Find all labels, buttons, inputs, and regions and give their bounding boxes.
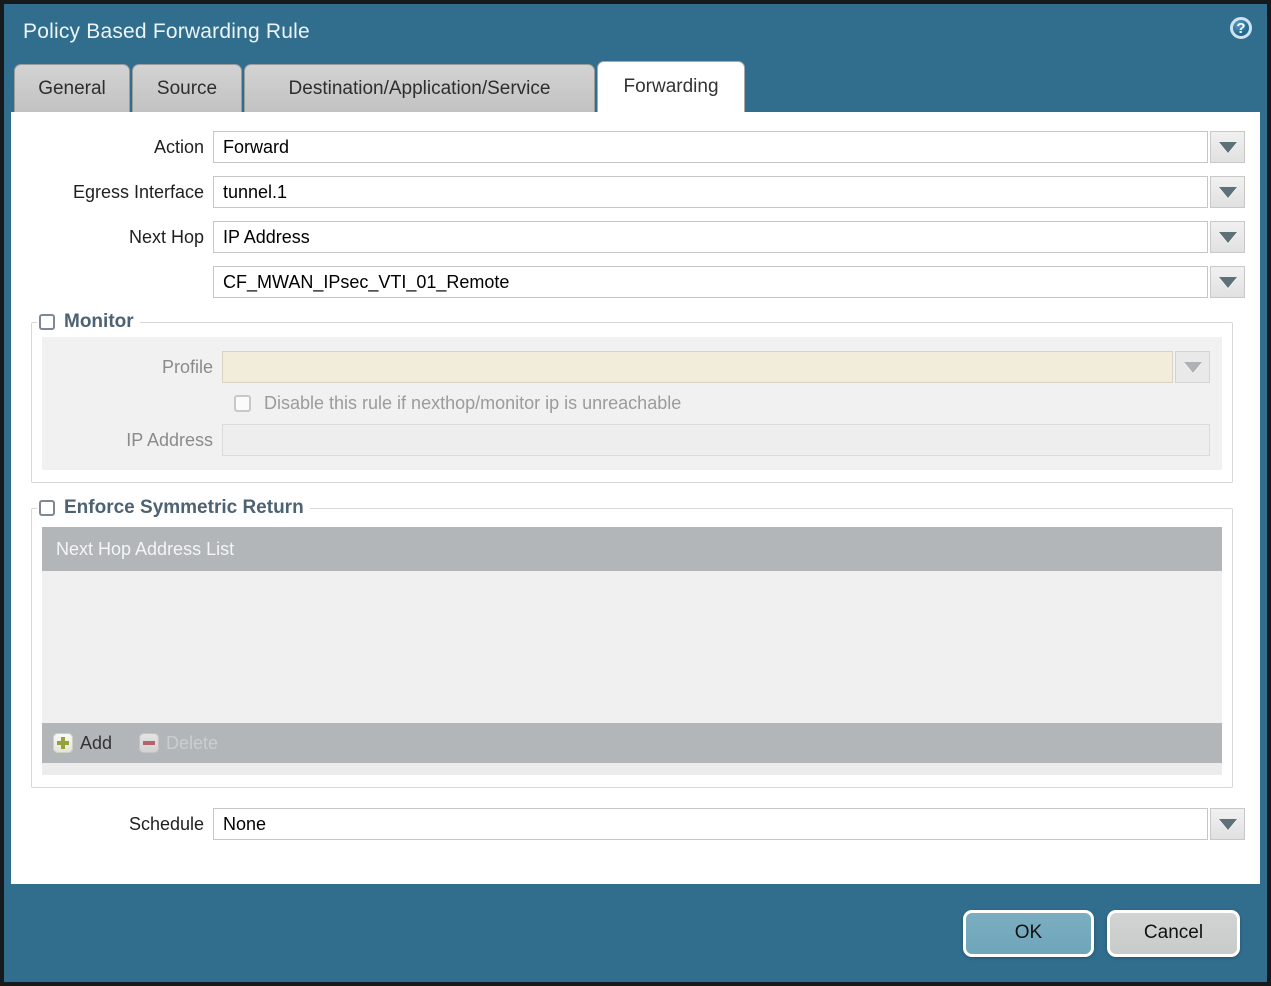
disable-rule-label: Disable this rule if nexthop/monitor ip … (264, 393, 682, 413)
profile-value (222, 351, 1173, 383)
chevron-down-icon (1218, 141, 1237, 153)
action-dropdown-button[interactable] (1210, 131, 1245, 163)
monitor-checkbox[interactable] (39, 314, 55, 330)
add-button-label: Add (80, 732, 113, 753)
minus-icon (139, 733, 160, 753)
next-hop-type-value[interactable]: IP Address (213, 221, 1208, 253)
profile-row: Profile (42, 351, 1210, 383)
egress-interface-dropdown-button[interactable] (1210, 176, 1245, 208)
table-scroll-strip (42, 763, 1222, 775)
policy-based-forwarding-rule-dialog: Policy Based Forwarding Rule ? General S… (0, 0, 1271, 986)
profile-dropdown-button (1175, 351, 1210, 383)
action-select[interactable]: Forward (213, 131, 1245, 163)
schedule-value[interactable]: None (213, 808, 1208, 840)
tab-destination-application-service[interactable]: Destination/Application/Service (244, 64, 595, 112)
next-hop-address-row: CF_MWAN_IPsec_VTI_01_Remote (11, 266, 1245, 298)
next-hop-address-list-table: Next Hop Address List Add Delete (42, 527, 1222, 775)
add-button[interactable]: Add (53, 733, 112, 754)
schedule-row: Schedule None (11, 808, 1245, 840)
monitor-panel: Profile Disable this rule if nexthop/mon… (42, 337, 1222, 470)
monitor-ip-address-input (222, 424, 1210, 456)
monitor-ip-address-row: IP Address (42, 424, 1210, 456)
next-hop-address-list-toolbar: Add Delete (42, 723, 1222, 763)
monitor-legend-label: Monitor (64, 311, 134, 332)
monitor-ip-address-label: IP Address (126, 430, 213, 450)
profile-label: Profile (161, 357, 213, 377)
dialog-footer: OK Cancel (4, 884, 1267, 982)
action-value[interactable]: Forward (213, 131, 1208, 163)
cancel-button[interactable]: Cancel (1107, 909, 1240, 957)
delete-button-label: Delete (166, 732, 219, 753)
next-hop-label: Next Hop (128, 227, 204, 247)
disable-rule-checkbox (234, 395, 251, 412)
next-hop-type-select[interactable]: IP Address (213, 221, 1245, 253)
ok-button[interactable]: OK (963, 909, 1094, 957)
schedule-label: Schedule (128, 814, 204, 834)
next-hop-address-list-header: Next Hop Address List (42, 527, 1222, 571)
help-icon[interactable]: ? (1230, 17, 1252, 39)
chevron-down-icon (1218, 818, 1237, 830)
monitor-ip-address-input-wrap (222, 424, 1210, 456)
monitor-section: Monitor Profile Disable this rule if nex… (31, 311, 1233, 483)
enforce-symmetric-return-legend: Enforce Symmetric Return (37, 497, 310, 519)
disable-rule-row: Disable this rule if nexthop/monitor ip … (234, 393, 1210, 414)
tab-forwarding[interactable]: Forwarding (597, 61, 745, 112)
next-hop-address-list-body (42, 571, 1222, 723)
page-title: Policy Based Forwarding Rule (23, 20, 310, 43)
plus-icon (53, 733, 73, 753)
action-label: Action (153, 137, 204, 157)
egress-interface-row: Egress Interface tunnel.1 (11, 176, 1245, 208)
action-row: Action Forward (11, 131, 1245, 163)
chevron-down-icon (1183, 361, 1202, 373)
schedule-dropdown-button[interactable] (1210, 808, 1245, 840)
chevron-down-icon (1218, 231, 1237, 243)
schedule-select[interactable]: None (213, 808, 1245, 840)
delete-button: Delete (139, 733, 218, 754)
egress-interface-label: Egress Interface (72, 182, 204, 202)
next-hop-row: Next Hop IP Address (11, 221, 1245, 253)
egress-interface-select[interactable]: tunnel.1 (213, 176, 1245, 208)
egress-interface-value[interactable]: tunnel.1 (213, 176, 1208, 208)
next-hop-dropdown-button[interactable] (1210, 221, 1245, 253)
tab-general[interactable]: General (14, 64, 130, 112)
tab-bar: General Source Destination/Application/S… (4, 60, 1267, 112)
profile-select (222, 351, 1210, 383)
next-hop-address-dropdown-button[interactable] (1210, 266, 1245, 298)
enforce-symmetric-return-legend-label: Enforce Symmetric Return (64, 497, 304, 518)
forwarding-tab-panel: Action Forward Egress Interface tunnel.1… (11, 112, 1260, 884)
titlebar: Policy Based Forwarding Rule ? (4, 4, 1267, 60)
chevron-down-icon (1218, 276, 1237, 288)
enforce-symmetric-return-checkbox[interactable] (39, 500, 55, 516)
monitor-legend: Monitor (37, 311, 140, 333)
chevron-down-icon (1218, 186, 1237, 198)
next-hop-address-value[interactable]: CF_MWAN_IPsec_VTI_01_Remote (213, 266, 1208, 298)
enforce-symmetric-return-section: Enforce Symmetric Return Next Hop Addres… (31, 497, 1233, 788)
next-hop-address-select[interactable]: CF_MWAN_IPsec_VTI_01_Remote (213, 266, 1245, 298)
tab-source[interactable]: Source (132, 64, 242, 112)
